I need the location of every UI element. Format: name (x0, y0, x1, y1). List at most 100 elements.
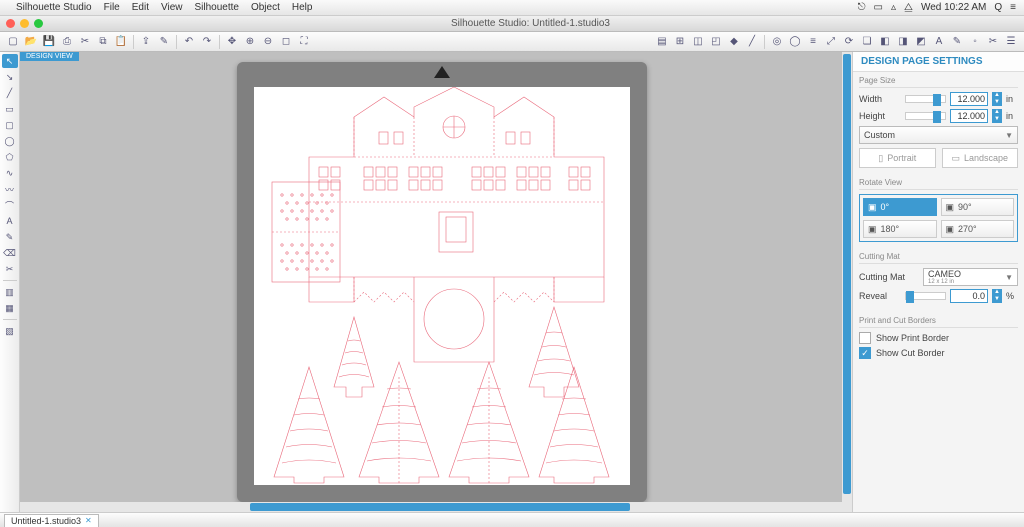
wifi-icon[interactable]: ⧋ (904, 2, 913, 13)
line-icon[interactable]: ╱ (744, 34, 760, 50)
show-cut-border-checkbox[interactable]: ✓ Show Cut Border (859, 347, 1018, 359)
spotlight-icon[interactable]: Q (994, 2, 1002, 13)
zoomin-icon[interactable]: ⊕ (242, 34, 258, 50)
vertical-scrollbar[interactable] (842, 52, 852, 502)
send-to-silhouette-icon[interactable]: ▧ (2, 324, 18, 338)
width-slider[interactable] (905, 95, 946, 103)
replicate-icon[interactable]: ❏ (859, 34, 875, 50)
arc-tool-icon[interactable]: ⌒ (2, 198, 18, 212)
cutting-mat-dropdown[interactable]: CAMEO 12 x 12 in ▼ (923, 268, 1018, 286)
menu-edit[interactable]: Edit (132, 2, 149, 13)
clock[interactable]: Wed 10:22 AM (921, 2, 986, 13)
minimize-button[interactable] (20, 19, 29, 28)
window-titlebar: Silhouette Studio: Untitled-1.studio3 (0, 16, 1024, 32)
landscape-button[interactable]: ▭Landscape (942, 148, 1019, 168)
pan-icon[interactable]: ✥ (224, 34, 240, 50)
print-icon[interactable]: ⎙ (59, 34, 75, 50)
ellipse-tool-icon[interactable]: ◯ (2, 134, 18, 148)
rect-tool-icon[interactable]: ▭ (2, 102, 18, 116)
borders-title: Print and Cut Borders (859, 314, 1018, 328)
zoomfit-icon[interactable]: ⛶ (296, 34, 312, 50)
library-tool-icon[interactable]: ▥ (2, 285, 18, 299)
height-input[interactable]: 12.000 (950, 109, 988, 123)
knife-tool-icon[interactable]: ✂ (2, 262, 18, 276)
height-slider[interactable] (905, 112, 946, 120)
sketch-icon[interactable]: ✎ (949, 34, 965, 50)
page-settings-icon[interactable]: ▤ (654, 34, 670, 50)
zoom-button[interactable] (34, 19, 43, 28)
send-icon[interactable]: ⇪ (138, 34, 154, 50)
freehand-tool-icon[interactable]: 〰 (2, 182, 18, 196)
airplay-icon[interactable]: ▵ (891, 2, 896, 13)
menu-object[interactable]: Object (251, 2, 280, 13)
library-icon[interactable]: ☰ (1003, 34, 1019, 50)
cut-icon[interactable]: ✂ (77, 34, 93, 50)
menu-view[interactable]: View (161, 2, 183, 13)
rhinestone-icon[interactable]: ◦ (967, 34, 983, 50)
height-stepper[interactable]: ▲▼ (992, 109, 1002, 123)
trace-icon[interactable]: ◎ (769, 34, 785, 50)
reveal-input[interactable]: 0.0 (950, 289, 988, 303)
undo-icon[interactable]: ↶ (181, 34, 197, 50)
close-tab-icon[interactable]: ✕ (85, 516, 92, 525)
rotate-90-button[interactable]: ▣90° (941, 198, 1015, 216)
canvas-area[interactable]: DESIGN VIEW (20, 52, 852, 512)
menu-file[interactable]: File (104, 2, 120, 13)
rotate-180-icon: ▣ (868, 224, 877, 235)
rotate-0-button[interactable]: ▣0° (863, 198, 937, 216)
edit-points-icon[interactable]: ↘ (2, 70, 18, 84)
modify-06-icon[interactable]: ◧ (877, 34, 893, 50)
close-button[interactable] (6, 19, 15, 28)
rotate-180-button[interactable]: ▣180° (863, 220, 937, 238)
zoomout-icon[interactable]: ⊖ (260, 34, 276, 50)
align-icon[interactable]: ≡ (805, 34, 821, 50)
menu-icon[interactable]: ≡ (1010, 2, 1016, 13)
menu-help[interactable]: Help (292, 2, 313, 13)
paste-icon[interactable]: 📋 (113, 34, 129, 50)
modify-07-icon[interactable]: ◨ (895, 34, 911, 50)
menu-silhouette[interactable]: Silhouette (194, 2, 238, 13)
curve-tool-icon[interactable]: ∿ (2, 166, 18, 180)
save-icon[interactable]: 💾 (41, 34, 57, 50)
new-icon[interactable]: ▢ (5, 34, 21, 50)
portrait-button[interactable]: ▯Portrait (859, 148, 936, 168)
draw-note-icon[interactable]: ✎ (2, 230, 18, 244)
roundrect-tool-icon[interactable]: ▢ (2, 118, 18, 132)
grid-icon[interactable]: ⊞ (672, 34, 688, 50)
rotate-270-button[interactable]: ▣270° (941, 220, 1015, 238)
text-style-icon[interactable]: A (931, 34, 947, 50)
landscape-icon: ▭ (951, 153, 960, 164)
document-tab[interactable]: Untitled-1.studio3✕ (4, 514, 99, 527)
rotate-icon[interactable]: ⟳ (841, 34, 857, 50)
width-stepper[interactable]: ▲▼ (992, 92, 1002, 106)
horizontal-scrollbar[interactable] (20, 502, 852, 512)
store-tool-icon[interactable]: ▦ (2, 301, 18, 315)
page-preset-dropdown[interactable]: Custom▼ (859, 126, 1018, 144)
modify-08-icon[interactable]: ◩ (913, 34, 929, 50)
fill-icon[interactable]: ◆ (726, 34, 742, 50)
width-input[interactable]: 12.000 (950, 92, 988, 106)
status-icon[interactable]: ⎋ (858, 2, 866, 13)
cut-settings-icon[interactable]: ✂ (985, 34, 1001, 50)
polygon-tool-icon[interactable]: ⬠ (2, 150, 18, 164)
offset-icon[interactable]: ◯ (787, 34, 803, 50)
text-tool-icon[interactable]: A (2, 214, 18, 228)
zoomsel-icon[interactable]: ◻ (278, 34, 294, 50)
line-tool-icon[interactable]: ╱ (2, 86, 18, 100)
eraser-tool-icon[interactable]: ⌫ (2, 246, 18, 260)
redo-icon[interactable]: ↷ (199, 34, 215, 50)
reveal-slider[interactable] (905, 292, 946, 300)
pixscan-icon[interactable]: ◰ (708, 34, 724, 50)
registration-icon[interactable]: ◫ (690, 34, 706, 50)
design-view-tab[interactable]: DESIGN VIEW (20, 52, 79, 61)
select-tool-icon[interactable]: ↖ (2, 54, 18, 68)
scale-icon[interactable]: ⤢ (823, 34, 839, 50)
reveal-stepper[interactable]: ▲▼ (992, 289, 1002, 303)
show-print-border-checkbox[interactable]: Show Print Border (859, 332, 1018, 344)
rotate-0-icon: ▣ (868, 202, 877, 213)
copy-icon[interactable]: ⧉ (95, 34, 111, 50)
blade-icon[interactable]: ✎ (156, 34, 172, 50)
app-name[interactable]: Silhouette Studio (16, 2, 92, 13)
open-icon[interactable]: 📂 (23, 34, 39, 50)
display-icon[interactable]: ▭ (874, 2, 883, 13)
